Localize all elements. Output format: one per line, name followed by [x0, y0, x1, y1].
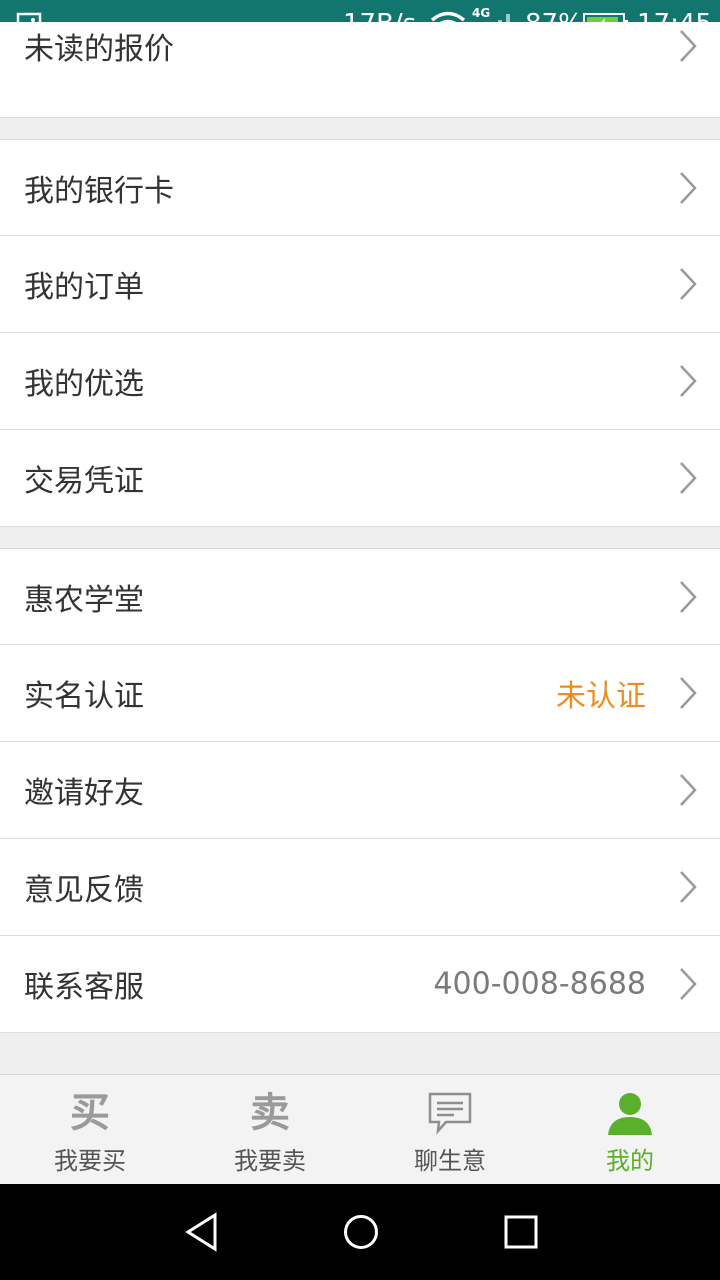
tab-buy[interactable]: 买 我要买: [0, 1075, 180, 1185]
tab-sell[interactable]: 卖 我要卖: [180, 1075, 360, 1185]
menu-item-huinong-school[interactable]: 惠农学堂: [0, 548, 720, 645]
chevron-right-icon: [680, 774, 697, 806]
menu-item-label: 实名认证: [24, 679, 144, 714]
tab-label: 我要买: [54, 1147, 126, 1175]
chevron-right-icon: [680, 268, 697, 300]
bottom-nav: 买 我要买 卖 我要卖 聊生意 我的: [0, 1074, 720, 1184]
tab-label: 我的: [606, 1147, 654, 1175]
auth-status: 未认证: [556, 679, 646, 714]
sell-icon: 卖: [250, 1090, 290, 1136]
menu-item-label: 惠农学堂: [24, 582, 144, 618]
chevron-right-icon: [680, 30, 697, 62]
menu-item-selections[interactable]: 我的优选: [0, 333, 720, 430]
back-icon[interactable]: [184, 1212, 220, 1252]
menu-item-label: 联系客服: [24, 970, 144, 1005]
menu-item-customer-service[interactable]: 联系客服 400-008-8688: [0, 936, 720, 1033]
service-phone: 400-008-8688: [433, 966, 646, 1002]
tab-label: 聊生意: [414, 1147, 486, 1175]
tab-mine[interactable]: 我的: [540, 1075, 720, 1185]
menu-item-label: 我的订单: [24, 270, 144, 305]
menu-item-label: 邀请好友: [24, 776, 144, 811]
chevron-right-icon: [680, 171, 697, 204]
menu-item-unread-quotes[interactable]: 未读的报价: [0, 22, 720, 118]
tab-chat[interactable]: 聊生意: [360, 1075, 540, 1185]
system-nav-bar: [0, 1184, 720, 1280]
recent-apps-icon[interactable]: [503, 1212, 539, 1252]
menu-item-label: 未读的报价: [24, 32, 174, 67]
menu-item-orders[interactable]: 我的订单: [0, 236, 720, 333]
menu-item-label: 我的银行卡: [24, 173, 174, 209]
chevron-right-icon: [680, 365, 697, 397]
user-icon: [608, 1093, 652, 1135]
chat-bubble-icon: [428, 1092, 472, 1135]
menu-item-label: 交易凭证: [24, 464, 144, 499]
chevron-right-icon: [680, 968, 697, 1000]
menu-item-bank-card[interactable]: 我的银行卡: [0, 139, 720, 236]
menu-item-label: 意见反馈: [24, 873, 144, 908]
chevron-right-icon: [680, 677, 697, 709]
chevron-right-icon: [680, 580, 697, 613]
menu-item-trade-voucher[interactable]: 交易凭证: [0, 430, 720, 527]
menu-item-real-name-auth[interactable]: 实名认证 未认证: [0, 645, 720, 742]
menu-item-invite-friends[interactable]: 邀请好友: [0, 742, 720, 839]
chevron-right-icon: [680, 462, 697, 494]
buy-icon: 买: [70, 1090, 110, 1136]
menu-item-label: 我的优选: [24, 367, 144, 402]
menu-item-feedback[interactable]: 意见反馈: [0, 839, 720, 936]
tab-label: 我要卖: [234, 1147, 306, 1175]
home-icon[interactable]: [343, 1212, 379, 1252]
chevron-right-icon: [680, 871, 697, 903]
